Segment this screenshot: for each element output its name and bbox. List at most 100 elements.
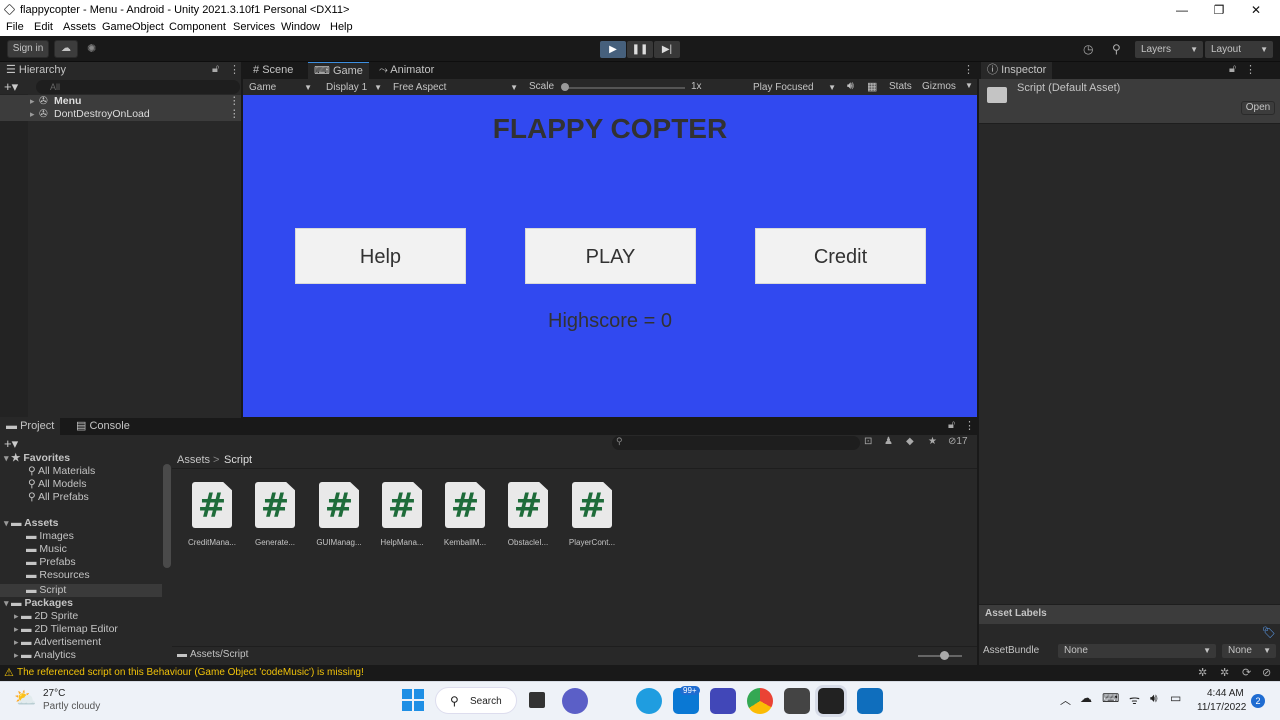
search-by-type-icon[interactable]: ⊡ [864,436,872,447]
speaker-icon[interactable]: 🔊︎ [847,80,854,93]
sign-in-button[interactable]: Sign in [7,40,49,58]
status-bar[interactable]: ⚠ The referenced script on this Behaviou… [0,665,1280,681]
chrome-icon[interactable] [747,688,773,714]
tab-inspector[interactable]: ⓘ Inspector [981,62,1053,79]
packages-folder[interactable]: ▾ ▬ Packages [4,597,73,610]
task-view-icon[interactable] [529,692,545,708]
battery-icon[interactable]: ▭ [1170,691,1181,705]
asset-folder-item[interactable]: ▬ Music [26,543,67,556]
label-icon[interactable]: ◆ [906,436,914,447]
minimize-button[interactable]: — [1164,0,1200,20]
kebab-menu-icon[interactable]: ⋮ [963,63,974,76]
lock-icon[interactable]: 🔓︎ [1229,63,1236,76]
game-view-dropdown[interactable]: Game ▼ [243,79,317,96]
vscode-icon[interactable] [857,688,883,714]
weather-icon[interactable]: ⛅ [14,688,36,709]
variant-dropdown[interactable]: None ▼ [1222,644,1276,658]
favorite-item[interactable]: ⚲ All Models [28,478,86,491]
menu-help[interactable]: Help [330,21,353,33]
add-icon[interactable]: +▾ [4,79,18,95]
help-button[interactable]: Help [295,228,466,284]
layers-dropdown[interactable]: Layers ▼ [1135,41,1203,58]
stats-button[interactable]: Stats [889,81,912,92]
script-asset[interactable]: # HelpMana... [372,480,432,547]
asset-folder-item-selected[interactable]: ▬ Script [0,584,162,597]
favorite-item[interactable]: ⚲ All Materials [28,465,95,478]
auto-generate-icon[interactable]: ⊘ [1262,666,1271,679]
assetbundle-dropdown[interactable]: None ▼ [1058,644,1216,658]
package-item[interactable]: ▸ ▬ 2D Sprite [14,610,78,623]
menu-assets[interactable]: Assets [63,21,96,33]
cache-icon[interactable]: ✲ [1220,666,1229,679]
scale-slider-thumb[interactable] [561,83,569,91]
tab-game[interactable]: ⌨︎ Game [308,62,369,79]
clock-date[interactable]: 11/17/2022 [1197,702,1246,713]
onedrive-icon[interactable]: ☁ [1080,691,1092,705]
asset-folder-item[interactable]: ▬ Images [26,530,74,543]
create-icon[interactable]: +▾ [4,436,18,452]
pause-button[interactable]: ❚❚ [627,41,653,58]
assets-folder[interactable]: ▾ ▬ Assets [4,517,59,530]
menu-services[interactable]: Services [233,21,275,33]
favorites-folder[interactable]: ▾ ★ Favorites [4,452,70,465]
menu-file[interactable]: File [6,21,24,33]
scale-slider[interactable] [563,87,685,89]
kebab-menu-icon[interactable]: ⋮ [964,419,975,432]
menu-window[interactable]: Window [281,21,320,33]
kebab-menu-icon[interactable]: ⋮ [229,95,240,108]
tab-project[interactable]: ▬ Project [0,418,61,435]
tab-scene[interactable]: #︎ Scene [247,62,299,79]
search-icon[interactable]: ⚲ [1112,42,1121,56]
kebab-menu-icon[interactable]: ⋮ [229,108,240,121]
step-button[interactable]: ▶| [654,41,680,58]
script-asset[interactable]: # KemballM... [435,480,495,547]
unity-hub-icon[interactable] [784,688,810,714]
script-asset[interactable]: # Generate... [245,480,305,547]
hierarchy-search-input[interactable]: All [36,80,240,94]
hidden-packages-icon[interactable]: ⊘17 [948,436,968,447]
notification-badge[interactable]: 2 [1251,694,1265,708]
label-tag-icon[interactable]: 🏷︎ [1262,626,1276,639]
filter-type-icon[interactable]: ♟ [884,436,893,447]
favorite-item[interactable]: ⚲ All Prefabs [28,491,89,504]
menu-gameobject[interactable]: GameObject [102,21,164,33]
app-icon[interactable] [710,688,736,714]
gizmos-button[interactable]: Gizmos [922,81,956,92]
layout-dropdown[interactable]: Layout ▼ [1205,41,1273,58]
tab-hierarchy[interactable]: ☰ Hierarchy [0,62,241,79]
menu-component[interactable]: Component [169,21,226,33]
favorite-star-icon[interactable]: ★ [928,436,937,447]
maximize-button[interactable]: ❐ [1201,0,1237,20]
credit-button[interactable]: Credit [755,228,926,284]
cloud-icon[interactable]: ☁ [54,40,78,58]
tab-console[interactable]: ▤ Console [70,418,136,435]
script-asset[interactable]: # CreditMana... [182,480,242,547]
edge-icon[interactable] [636,688,662,714]
breadcrumb-script[interactable]: Script [224,454,252,466]
script-asset[interactable]: # ObstacleI... [498,480,558,547]
kebab-menu-icon[interactable]: ⋮ [229,63,240,76]
open-button[interactable]: Open [1241,101,1275,115]
chevron-down-icon[interactable]: ▼ [965,81,973,90]
grid-icon[interactable]: ▦ [867,80,877,93]
project-tree-scrollbar[interactable] [163,464,171,568]
breadcrumb-assets[interactable]: Assets [177,454,210,466]
lock-icon[interactable]: 🔓︎ [948,419,955,432]
script-asset[interactable]: # PlayerCont... [562,480,622,547]
display-dropdown[interactable]: Display 1 ▼ [320,79,387,96]
lock-icon[interactable]: 🔓︎ [212,63,219,76]
expand-icon[interactable]: ▸ [30,108,35,121]
teams-chat-icon[interactable] [562,688,588,714]
hierarchy-item-menu[interactable]: ▸ ✇ Menu ⋮ [0,95,241,108]
menu-edit[interactable]: Edit [34,21,53,33]
zoom-slider-thumb[interactable] [940,651,949,660]
play-game-button[interactable]: PLAY [525,228,696,284]
clock-time[interactable]: 4:44 AM [1207,688,1244,699]
play-button[interactable]: ▶ [600,41,626,58]
windows-start-icon[interactable] [402,689,424,711]
collab-icon[interactable]: ✺ [87,42,101,56]
keyboard-icon[interactable]: ⌨ [1102,691,1119,705]
wifi-icon[interactable]: ᯤ [1129,691,1140,708]
package-item[interactable]: ▸ ▬ 2D Tilemap Editor [14,623,118,636]
aspect-dropdown[interactable]: Free Aspect ▼ [387,79,523,96]
